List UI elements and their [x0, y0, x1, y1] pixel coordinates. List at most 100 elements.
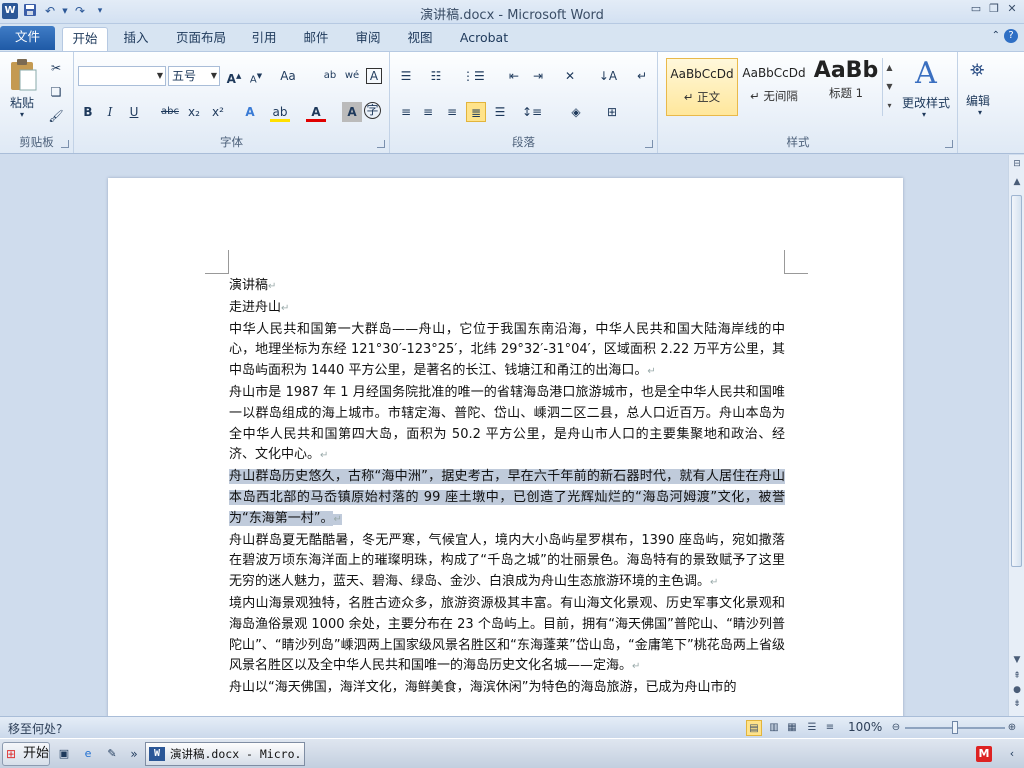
restore-icon[interactable]: ❐ [986, 2, 1002, 16]
align-left-icon[interactable]: ≡ [396, 102, 416, 122]
sort-icon[interactable]: ↓A [598, 66, 618, 86]
highlight-icon[interactable]: ab [270, 102, 290, 122]
paste-icon[interactable] [8, 58, 38, 92]
change-styles-icon[interactable]: A [902, 56, 950, 96]
copy-icon[interactable]: ❏ [46, 82, 66, 102]
outline-view-icon[interactable]: ☰ [804, 720, 820, 736]
multilevel-list-icon[interactable]: ⋮☰ [462, 66, 485, 86]
distributed-icon[interactable]: ☰ [490, 102, 510, 122]
text-effects-icon[interactable]: A [240, 102, 260, 122]
style-no-spacing[interactable]: AaBbCcDd ↵ 无间隔 [738, 58, 810, 116]
numbering-icon[interactable]: ☷ [426, 66, 446, 86]
next-page-icon[interactable]: ⇟ [1009, 699, 1024, 709]
doc-paragraph[interactable]: 舟山市是 1987 年 1 月经国务院批准的唯一的省辖海岛港口旅游城市，也是全中… [229, 383, 785, 467]
scroll-down-icon[interactable]: ▼ [1009, 655, 1024, 665]
minimize-icon[interactable]: ▭ [968, 2, 984, 16]
vertical-scrollbar[interactable]: ⊟ ▲ ▼ ⇞ ● ⇟ [1008, 155, 1024, 716]
collapse-ribbon-icon[interactable]: ⌃ [992, 30, 1000, 41]
document-body[interactable]: 演讲稿↵ 走进舟山↵ 中华人民共和国第一大群岛——舟山，它位于我国东南沿海，中华… [229, 276, 785, 699]
tab-home[interactable]: 开始 [62, 27, 108, 51]
app-shortcut-icon[interactable]: ✎ [104, 746, 120, 762]
doc-paragraph[interactable]: 舟山以“海天佛国，海洋文化，海鲜美食，海滨休闲”为特色的海岛旅游，已成为舟山市的 [229, 678, 785, 699]
char-border-icon[interactable]: A [366, 68, 382, 84]
doc-paragraph[interactable]: 境内山海景观独特，名胜古迹众多，旅游资源极其丰富。有山海文化景观、历史军事文化景… [229, 594, 785, 678]
bullets-icon[interactable]: ☰ [396, 66, 416, 86]
enclose-char-icon[interactable]: wé [342, 66, 362, 86]
change-case-icon[interactable]: Aa [278, 66, 298, 86]
paste-dropdown-icon[interactable]: ▾ [20, 110, 24, 119]
full-screen-reading-icon[interactable]: ▥ [766, 720, 782, 736]
ie-icon[interactable]: e [80, 746, 96, 762]
show-marks-icon[interactable]: ↵ [632, 66, 652, 86]
italic-button[interactable]: I [100, 102, 120, 122]
subscript-button[interactable]: x₂ [184, 102, 204, 122]
decrease-indent-icon[interactable]: ⇤ [504, 66, 524, 86]
close-icon[interactable]: ✕ [1004, 2, 1020, 16]
scroll-up-icon[interactable]: ▲ [1009, 177, 1024, 187]
grow-font-icon[interactable]: A▲ [224, 66, 244, 86]
style-normal[interactable]: AaBbCcDd ↵ 正文 [666, 58, 738, 116]
binoculars-icon[interactable]: ⛯ [970, 60, 984, 81]
ruler-toggle-icon[interactable]: ⊟ [1009, 159, 1024, 169]
web-layout-icon[interactable]: ▦ [784, 720, 800, 736]
phonetic-guide-icon[interactable]: ab [320, 66, 340, 86]
styles-launcher-icon[interactable] [945, 140, 953, 148]
doc-paragraph[interactable]: 舟山群岛夏无酷酷暑，冬无严寒，气候宜人，境内大小岛屿星罗棋布，1390 座岛屿，… [229, 531, 785, 594]
more-launch-icon[interactable]: » [126, 746, 142, 762]
show-desktop-icon[interactable]: ▣ [56, 746, 72, 762]
style-heading-1[interactable]: AaBb 标题 1 [810, 58, 882, 116]
taskbar-word-item[interactable]: W 演讲稿.docx - Micro... [145, 742, 305, 766]
enclose-characters-icon[interactable]: 字 [364, 102, 381, 119]
line-spacing-icon[interactable]: ↕≡ [522, 102, 542, 122]
change-styles-dropdown-icon[interactable]: ▾ [922, 110, 926, 119]
browse-object-icon[interactable]: ● [1009, 685, 1024, 695]
document-page[interactable]: 演讲稿↵ 走进舟山↵ 中华人民共和国第一大群岛——舟山，它位于我国东南沿海，中华… [108, 178, 903, 716]
font-name-select[interactable]: ▼ [78, 66, 166, 86]
cut-icon[interactable]: ✂ [46, 58, 66, 78]
scrollbar-thumb[interactable] [1011, 195, 1022, 567]
paste-button[interactable]: 粘贴 [10, 94, 34, 111]
draft-view-icon[interactable]: ≡ [822, 720, 838, 736]
doc-paragraph[interactable]: 走进舟山↵ [229, 298, 785, 320]
chinese-layout-icon[interactable]: ✕ [560, 66, 580, 86]
superscript-button[interactable]: x² [208, 102, 228, 122]
shrink-font-icon[interactable]: A▼ [246, 66, 266, 86]
increase-indent-icon[interactable]: ⇥ [528, 66, 548, 86]
help-icon[interactable]: ? [1004, 29, 1018, 43]
tab-acrobat[interactable]: Acrobat [452, 27, 516, 51]
font-launcher-icon[interactable] [377, 140, 385, 148]
font-size-select[interactable]: 五号 ▼ [168, 66, 220, 86]
doc-paragraph[interactable]: 中华人民共和国第一大群岛——舟山，它位于我国东南沿海，中华人民共和国大陆海岸线的… [229, 320, 785, 383]
zoom-slider-thumb[interactable] [952, 721, 958, 734]
styles-scroll[interactable]: ▲ ▼ ▾ [882, 58, 896, 116]
shading-icon[interactable]: ◈ [566, 102, 586, 122]
tab-insert[interactable]: 插入 [114, 27, 158, 51]
zoom-level[interactable]: 100% [848, 720, 882, 734]
clipboard-launcher-icon[interactable] [61, 140, 69, 148]
change-styles-button[interactable]: 更改样式 [898, 94, 954, 111]
tray-expand-icon[interactable]: ‹ [1004, 746, 1020, 762]
justify-icon[interactable]: ≣ [466, 102, 486, 122]
zoom-in-icon[interactable]: ⊕ [1004, 720, 1020, 736]
tray-app-icon[interactable]: M [976, 746, 992, 762]
editing-dropdown-icon[interactable]: ▾ [978, 108, 982, 117]
align-center-icon[interactable]: ≡ [418, 102, 438, 122]
prev-page-icon[interactable]: ⇞ [1009, 671, 1024, 681]
font-color-icon[interactable]: A [306, 102, 326, 122]
format-painter-icon[interactable]: 🖌 [46, 106, 66, 126]
underline-button[interactable]: U [124, 102, 144, 122]
zoom-out-icon[interactable]: ⊖ [888, 720, 904, 736]
strikethrough-button[interactable]: abc [160, 102, 180, 122]
bold-button[interactable]: B [78, 102, 98, 122]
paragraph-launcher-icon[interactable] [645, 140, 653, 148]
tab-mailings[interactable]: 邮件 [296, 27, 336, 51]
print-layout-view-icon[interactable]: ▤ [746, 720, 762, 736]
char-shading-icon[interactable]: A [342, 102, 362, 122]
tab-file[interactable]: 文件 [0, 26, 55, 50]
align-right-icon[interactable]: ≡ [442, 102, 462, 122]
tab-review[interactable]: 审阅 [348, 27, 388, 51]
doc-paragraph-selected[interactable]: 舟山群岛历史悠久，古称“海中洲”，据史考古，早在六千年前的新石器时代，就有人居住… [229, 467, 785, 530]
start-button[interactable]: ⊞ 开始 [2, 742, 50, 766]
borders-icon[interactable]: ⊞ [602, 102, 622, 122]
tab-page-layout[interactable]: 页面布局 [168, 27, 234, 51]
